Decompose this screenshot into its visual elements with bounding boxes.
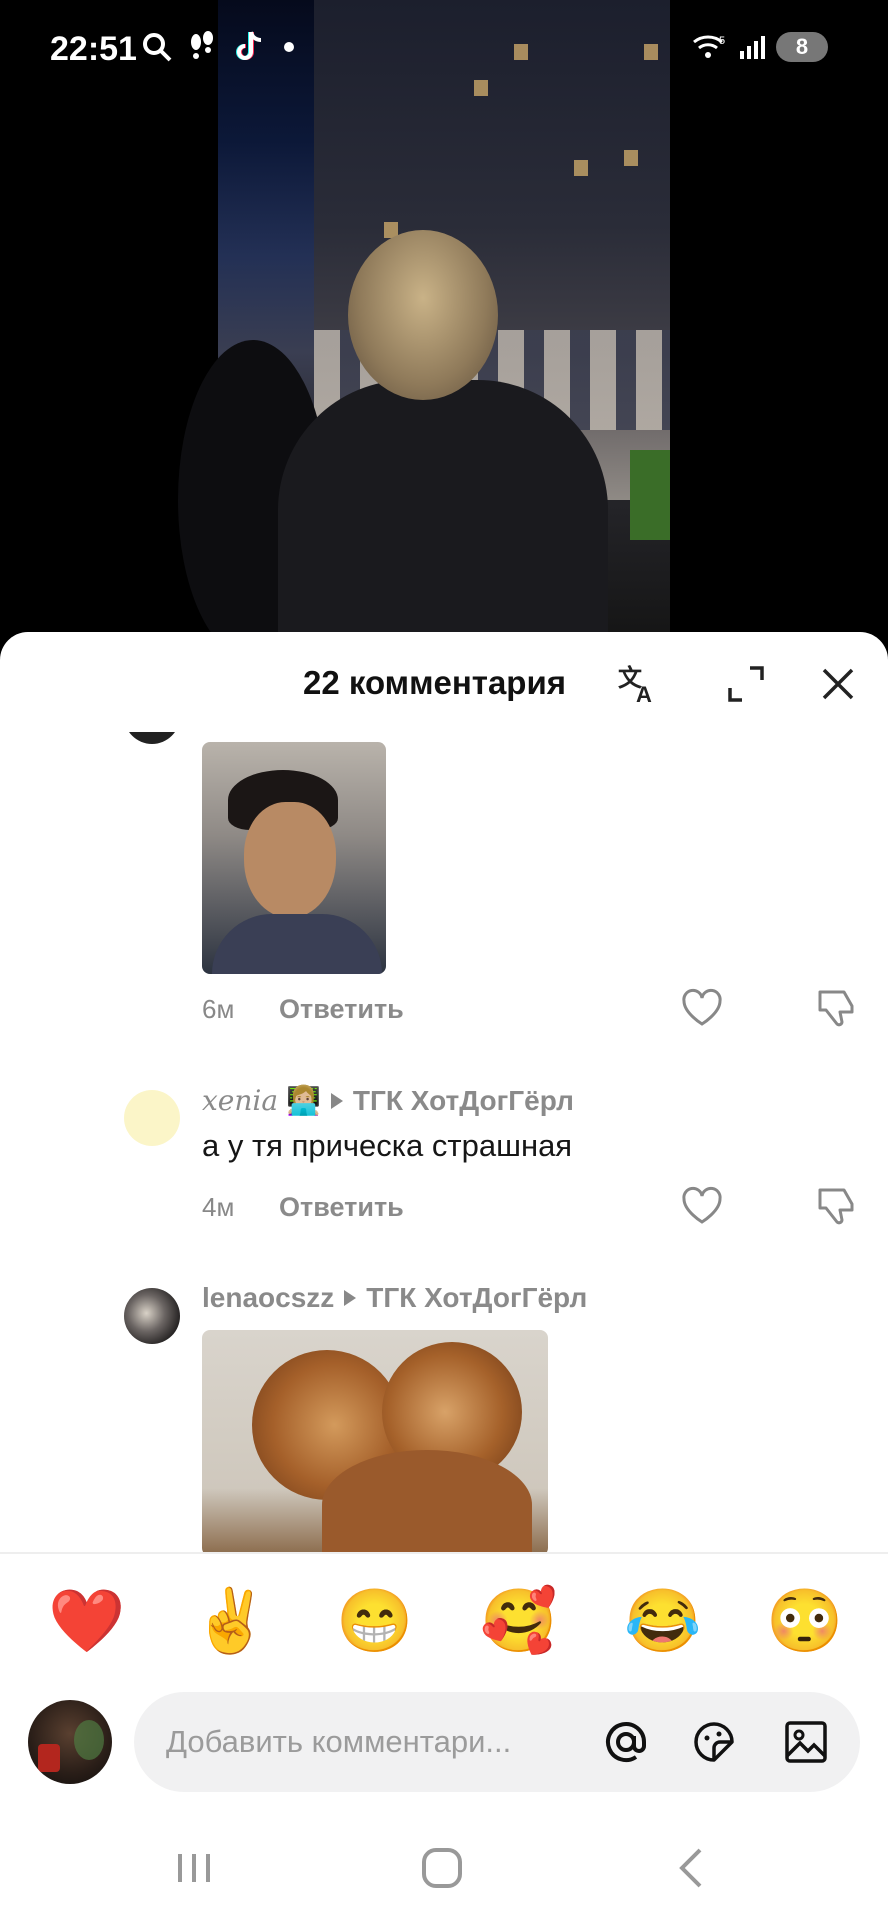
avatar[interactable]	[124, 1288, 180, 1344]
emoji-grin-button[interactable]: 😁	[336, 1582, 413, 1662]
avatar[interactable]	[124, 732, 180, 744]
status-bar: 22:51 5 8	[0, 0, 888, 100]
emoji-peace-button[interactable]: ✌️	[192, 1582, 269, 1662]
person-head	[348, 230, 498, 400]
comments-header: 22 комментария 文 A	[0, 632, 888, 732]
dot-icon	[284, 42, 294, 52]
tiktok-icon	[236, 31, 262, 60]
window-light	[624, 150, 638, 166]
steps-icon	[191, 31, 213, 59]
reply-to-username[interactable]: ТГК ХотДогГёрл	[353, 1085, 574, 1117]
comment-image[interactable]	[202, 1330, 548, 1552]
wifi-icon: 5	[693, 35, 725, 58]
comment-input-row: Добавить комментари...	[0, 1692, 888, 1802]
back-button[interactable]	[662, 1838, 722, 1898]
search-icon	[143, 33, 172, 62]
avatar-detail	[74, 1720, 104, 1760]
photo-lion-body	[322, 1450, 532, 1552]
emoji-laugh-button[interactable]: 😂	[624, 1582, 701, 1662]
avatar[interactable]	[28, 1700, 112, 1784]
svg-text:5: 5	[719, 35, 725, 47]
comment-username[interactable]: xenia	[202, 1084, 278, 1117]
comment-text: а у тя прическа страшная	[202, 1128, 573, 1163]
sticker-icon[interactable]	[690, 1718, 738, 1766]
grass	[630, 450, 670, 540]
image-icon[interactable]	[782, 1718, 830, 1766]
username-emoji: 👩🏼‍💻	[286, 1085, 321, 1116]
emoji-flushed-button[interactable]: 😳	[766, 1582, 843, 1662]
close-icon[interactable]	[816, 662, 860, 706]
comment-username-row: lenaocszz ТГК ХотДогГёрл	[202, 1282, 587, 1314]
heart-icon[interactable]	[680, 1184, 724, 1228]
heart-icon[interactable]	[680, 986, 724, 1030]
signal-icon	[740, 36, 765, 59]
comment-username[interactable]: lenaocszz	[202, 1282, 334, 1314]
quick-emoji-bar: ❤️ ✌️ 😁 🥰 😂 😳	[0, 1582, 888, 1662]
mention-icon[interactable]	[602, 1718, 650, 1766]
reply-to-username[interactable]: ТГК ХотДогГёрл	[366, 1282, 587, 1314]
system-nav-bar	[0, 1812, 888, 1920]
status-time: 22:51	[50, 30, 137, 68]
home-button[interactable]	[412, 1838, 472, 1898]
recents-button[interactable]	[164, 1838, 224, 1898]
comment-username-row: xenia 👩🏼‍💻 ТГК ХотДогГёрл	[202, 1084, 574, 1117]
window-light	[574, 160, 588, 176]
svg-text:A: A	[636, 682, 652, 706]
emoji-love-button[interactable]: 🥰	[480, 1582, 557, 1662]
reply-arrow-icon	[344, 1290, 357, 1306]
battery-icon: 8	[776, 32, 828, 62]
comment-time: 6м	[202, 994, 235, 1024]
avatar-detail	[38, 1744, 60, 1772]
photo-sweater	[212, 914, 382, 974]
dislike-icon[interactable]	[814, 1184, 858, 1228]
comments-count-title: 22 комментария	[303, 664, 567, 701]
comments-list[interactable]: 6м Ответить xenia 👩🏼‍💻 ТГК ХотДогГёрл а …	[0, 732, 888, 1552]
divider	[0, 1552, 888, 1554]
comment-time: 4м	[202, 1192, 235, 1222]
photo-face	[244, 802, 336, 918]
expand-icon[interactable]	[724, 662, 768, 706]
avatar[interactable]	[124, 1090, 180, 1146]
dislike-icon[interactable]	[814, 986, 858, 1030]
reply-arrow-icon	[330, 1092, 343, 1109]
comment-input[interactable]: Добавить комментари...	[134, 1692, 860, 1792]
reply-button[interactable]: Ответить	[279, 1192, 404, 1223]
comments-sheet: 22 комментария 文 A 6м Ответить	[0, 632, 888, 1920]
battery-level: 8	[795, 34, 809, 59]
reply-button[interactable]: Ответить	[279, 994, 404, 1025]
comment-image[interactable]	[202, 742, 386, 974]
comment-input-placeholder: Добавить комментари...	[166, 1724, 512, 1759]
translate-icon[interactable]: 文 A	[618, 662, 662, 706]
emoji-heart-button[interactable]: ❤️	[48, 1582, 125, 1662]
